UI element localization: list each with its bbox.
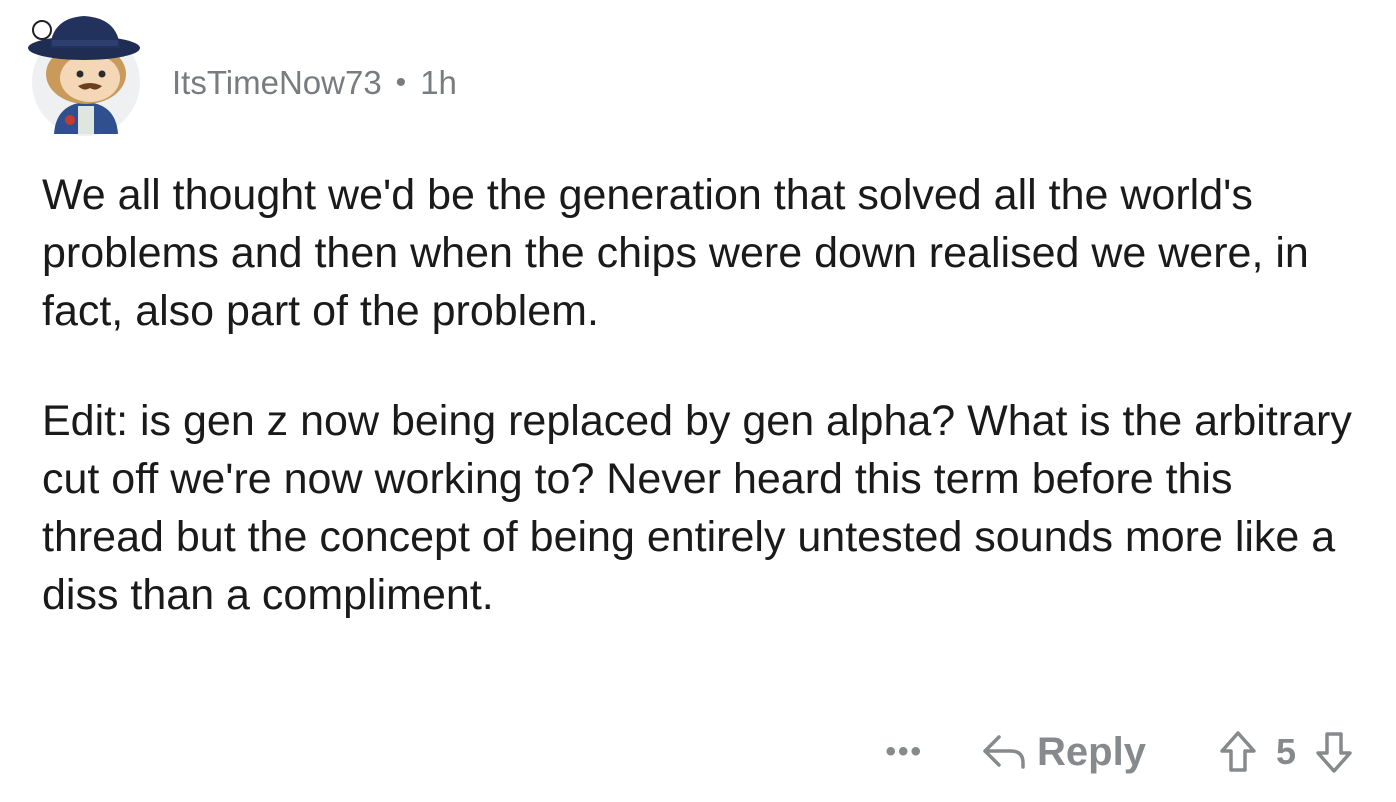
upvote-arrow-icon[interactable]: [1218, 730, 1258, 774]
comment-header: ItsTimeNow73 • 1h: [26, 8, 457, 140]
author-name[interactable]: ItsTimeNow73: [172, 64, 382, 102]
vote-count: 5: [1275, 731, 1296, 772]
comment-paragraph: Edit: is gen z now being replaced by gen…: [42, 397, 1352, 619]
downvote-arrow-icon[interactable]: [1314, 730, 1354, 774]
comment-meta: ItsTimeNow73 • 1h: [172, 64, 457, 102]
comment-body: We all thought we'd be the generation th…: [42, 166, 1362, 624]
meta-separator: •: [395, 66, 407, 99]
comment-timestamp[interactable]: 1h: [420, 64, 457, 102]
avatar-icon: [28, 16, 140, 136]
comment-paragraph: We all thought we'd be the generation th…: [42, 171, 1309, 335]
reply-arrow-icon: [981, 733, 1027, 771]
reply-button[interactable]: Reply: [981, 730, 1146, 775]
more-options-button[interactable]: •••: [886, 735, 924, 769]
reply-label: Reply: [1037, 729, 1146, 774]
vote-controls: 5: [1218, 730, 1354, 774]
user-avatar[interactable]: [26, 8, 146, 140]
comment: ItsTimeNow73 • 1h We all thought we'd be…: [0, 0, 1396, 802]
comment-actions: ••• Reply 5: [886, 722, 1354, 782]
